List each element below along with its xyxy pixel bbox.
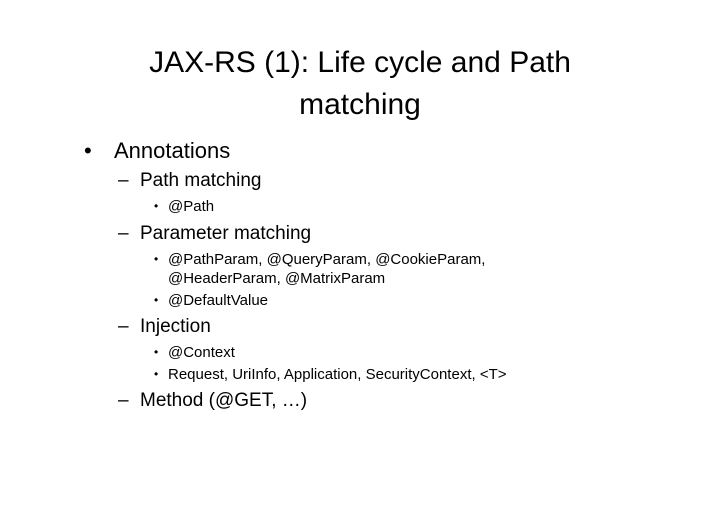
item-param-annotations: • @PathParam, @QueryParam, @CookieParam,… xyxy=(154,250,684,288)
slide-content: • Annotations – Path matching • @Path – … xyxy=(84,136,684,414)
item-text: @DefaultValue xyxy=(168,292,269,309)
item-text: @Path xyxy=(168,198,215,215)
dash-icon: – xyxy=(118,223,129,244)
bullet-text: Annotations xyxy=(114,138,231,163)
bullet-annotations: • Annotations xyxy=(84,136,684,165)
item-default-value: • @DefaultValue xyxy=(154,291,684,310)
subbullet-parameter-matching: – Parameter matching xyxy=(118,220,684,247)
dash-icon: – xyxy=(118,316,129,337)
subbullet-text: Injection xyxy=(140,316,211,337)
item-context: • @Context xyxy=(154,343,684,362)
item-text: Request, UriInfo, Application, SecurityC… xyxy=(168,366,507,383)
item-path: • @Path xyxy=(154,197,684,216)
bullet-icon: • xyxy=(154,293,159,307)
subbullet-injection: – Injection xyxy=(118,313,684,340)
dash-icon: – xyxy=(118,170,129,191)
subbullet-method: – Method (@GET, …) xyxy=(118,387,684,414)
subbullet-text: Method (@GET, …) xyxy=(140,390,308,411)
subbullet-text: Parameter matching xyxy=(140,223,312,244)
item-text: @PathParam, @QueryParam, @CookieParam, @… xyxy=(168,251,486,287)
bullet-icon: • xyxy=(154,345,159,359)
bullet-icon: • xyxy=(84,138,92,163)
slide: JAX-RS (1): Life cycle and Path matching… xyxy=(0,0,728,514)
subbullet-path-matching: – Path matching xyxy=(118,167,684,194)
item-text: @Context xyxy=(168,344,235,361)
item-injectables: • Request, UriInfo, Application, Securit… xyxy=(154,365,684,384)
bullet-icon: • xyxy=(154,367,159,381)
bullet-icon: • xyxy=(154,199,159,213)
slide-title: JAX-RS (1): Life cycle and Path matching xyxy=(149,46,571,121)
dash-icon: – xyxy=(118,390,129,411)
bullet-icon: • xyxy=(154,252,159,266)
subbullet-text: Path matching xyxy=(140,170,262,191)
